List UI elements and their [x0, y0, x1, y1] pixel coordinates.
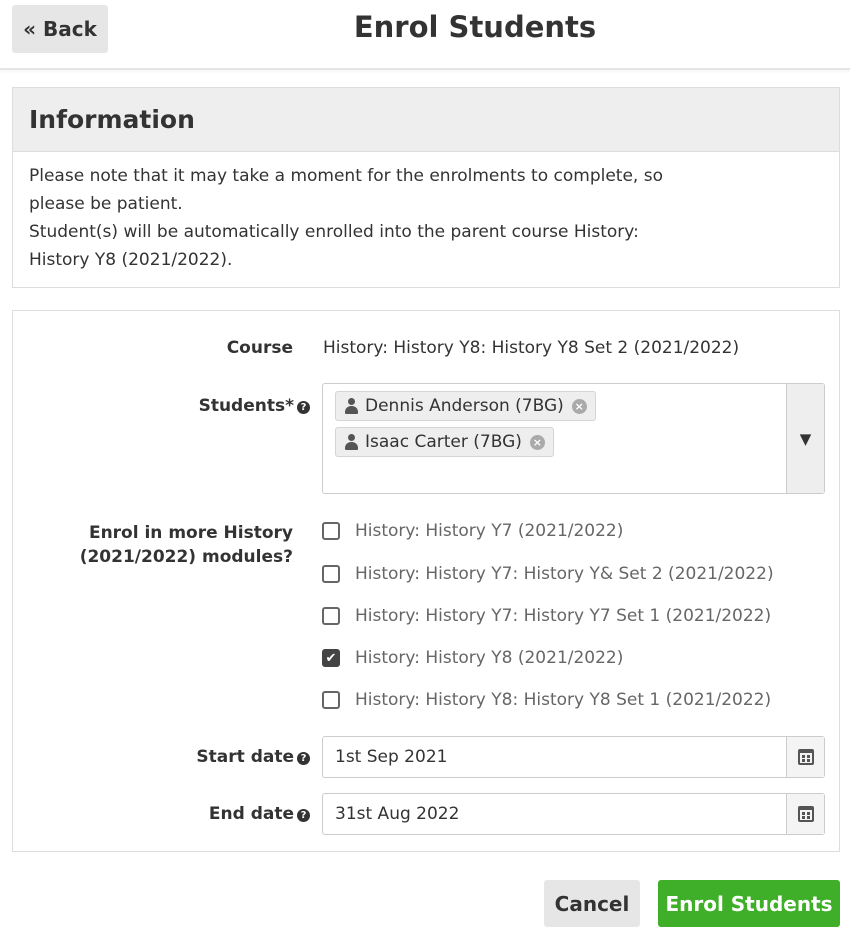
student-tag: Isaac Carter (7BG) × — [335, 427, 554, 457]
enrolment-form: Course History: History Y8: History Y8 S… — [12, 310, 840, 852]
caret-down-icon: ▼ — [799, 429, 812, 448]
end-date-value[interactable]: 31st Aug 2022 — [335, 804, 459, 824]
calendar-icon — [797, 749, 814, 765]
information-heading: Information — [13, 88, 839, 152]
student-tag-name: Dennis Anderson (7BG) — [365, 396, 564, 416]
start-date-label-text: Start date — [196, 747, 294, 767]
information-text-line1: Please note that it may take a moment fo… — [29, 166, 663, 214]
students-select[interactable]: Dennis Anderson (7BG) × Isaac Carter (7B… — [322, 383, 825, 494]
remove-icon[interactable]: × — [529, 434, 545, 450]
end-date-label-text: End date — [208, 804, 294, 824]
module-checkbox[interactable]: ✔ — [322, 649, 340, 667]
course-value: History: History Y8: History Y8 Set 2 (2… — [323, 338, 740, 358]
module-option-label[interactable]: History: History Y8 (2021/2022) — [355, 648, 623, 668]
students-label: Students*? — [199, 396, 310, 416]
module-option-label[interactable]: History: History Y7: History Y& Set 2 (2… — [355, 564, 774, 584]
end-date-label: End date? — [209, 804, 310, 824]
enrol-students-button[interactable]: Enrol Students — [658, 880, 840, 927]
student-tag: Dennis Anderson (7BG) × — [335, 391, 596, 421]
help-icon[interactable]: ? — [297, 809, 310, 822]
module-option[interactable]: History: History Y7: History Y7 Set 1 (2… — [322, 604, 771, 628]
module-checkbox[interactable] — [322, 691, 340, 709]
user-icon — [344, 434, 358, 450]
remove-icon[interactable]: × — [571, 398, 587, 414]
page-header: « Back Enrol Students — [0, 0, 850, 70]
modules-label-line2: (2021/2022) modules? — [79, 547, 293, 567]
help-icon[interactable]: ? — [297, 752, 310, 765]
students-label-text: Students* — [198, 396, 294, 416]
calendar-icon — [797, 806, 814, 822]
module-option[interactable]: History: History Y8: History Y8 Set 1 (2… — [322, 688, 771, 712]
students-dropdown-toggle[interactable]: ▼ — [786, 384, 824, 493]
module-checkbox[interactable] — [322, 522, 340, 540]
module-option[interactable]: History: History Y7: History Y& Set 2 (2… — [322, 562, 774, 586]
information-panel: Information Please note that it may take… — [12, 87, 840, 288]
start-date-value[interactable]: 1st Sep 2021 — [335, 747, 447, 767]
modules-label-line1: Enrol in more History — [88, 523, 293, 543]
start-date-label: Start date? — [196, 747, 310, 767]
end-date-input[interactable]: 31st Aug 2022 — [322, 793, 825, 835]
course-label: Course — [226, 338, 293, 358]
module-option[interactable]: History: History Y7 (2021/2022) — [322, 519, 623, 543]
module-checkbox[interactable] — [322, 565, 340, 583]
checkmark-icon: ✔ — [325, 650, 337, 666]
module-option[interactable]: ✔ History: History Y8 (2021/2022) — [322, 646, 623, 670]
information-text-line2: Student(s) will be automatically enrolle… — [29, 222, 639, 270]
modules-label: Enrol in more History (2021/2022) module… — [80, 521, 293, 569]
module-option-label[interactable]: History: History Y8: History Y8 Set 1 (2… — [355, 690, 771, 710]
information-body: Please note that it may take a moment fo… — [13, 152, 713, 284]
help-icon[interactable]: ? — [297, 401, 310, 414]
module-option-label[interactable]: History: History Y7: History Y7 Set 1 (2… — [355, 606, 771, 626]
user-icon — [344, 398, 358, 414]
page-title: Enrol Students — [353, 10, 597, 44]
cancel-button[interactable]: Cancel — [544, 880, 640, 927]
student-tag-name: Isaac Carter (7BG) — [365, 432, 522, 452]
module-checkbox[interactable] — [322, 607, 340, 625]
end-date-calendar-button[interactable] — [786, 794, 824, 834]
start-date-input[interactable]: 1st Sep 2021 — [322, 736, 825, 778]
start-date-calendar-button[interactable] — [786, 737, 824, 777]
module-option-label[interactable]: History: History Y7 (2021/2022) — [355, 521, 623, 541]
